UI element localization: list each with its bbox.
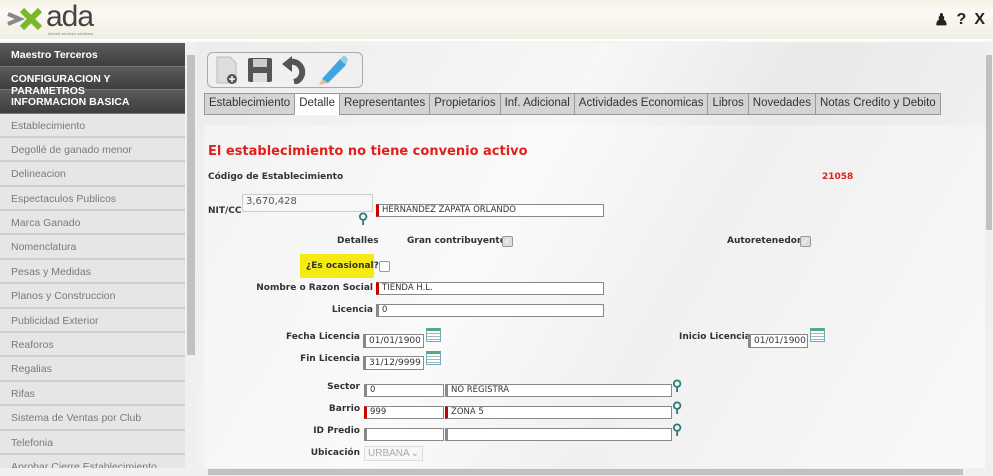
fin-licencia-input[interactable]: 31/12/9999: [363, 356, 424, 370]
inicio-licencia-input[interactable]: 01/01/1900: [748, 334, 808, 348]
sidebar-item[interactable]: Delineacion: [0, 162, 185, 187]
logo-text: ada: [46, 0, 94, 33]
nombre-input[interactable]: TIENDA H.L.: [376, 282, 604, 295]
no-agreement-alert: El establecimiento no tiene convenio act…: [208, 144, 528, 159]
nit-name-input[interactable]: HERNANDEZ ZAPATA ORLANDO: [376, 204, 604, 217]
predio-name-input[interactable]: [445, 428, 672, 441]
tab-bar: Establecimiento Detalle Representantes P…: [204, 93, 941, 115]
save-icon[interactable]: [246, 56, 274, 84]
barrio-code-input[interactable]: 999: [364, 406, 444, 419]
codigo-value: 21058: [822, 172, 854, 182]
barrio-search-icon[interactable]: ⚲: [672, 400, 686, 414]
close-button[interactable]: X: [974, 11, 985, 29]
barrio-label: Barrio: [328, 404, 360, 414]
sidebar-item[interactable]: Regalias: [0, 357, 185, 382]
nit-label: NIT/CC: [208, 206, 242, 216]
sidebar-item[interactable]: Planos y Construccion: [0, 284, 185, 309]
predio-label: ID Predio: [313, 426, 360, 436]
fecha-licencia-input[interactable]: 01/01/1900: [363, 334, 424, 348]
sector-search-icon[interactable]: ⚲: [672, 378, 686, 392]
fecha-licencia-calendar-icon[interactable]: [426, 328, 441, 342]
ocasional-label: ¿Es ocasional?: [306, 261, 379, 271]
sidebar-item[interactable]: Degollé de ganado menor: [0, 137, 185, 163]
sidebar-item[interactable]: Pesas y Medidas: [0, 259, 185, 285]
gran-contribuyente-checkbox[interactable]: ✓: [502, 236, 513, 247]
sidebar-item[interactable]: Telefonia: [0, 430, 185, 455]
sidebar-item[interactable]: Reaforos: [0, 333, 185, 358]
tab-establecimiento[interactable]: Establecimiento: [204, 93, 296, 115]
inicio-licencia-label: Inicio Licencia: [679, 332, 751, 342]
nombre-label: Nombre o Razon Social: [256, 283, 373, 293]
tab-propietarios[interactable]: Propietarios: [429, 93, 501, 115]
sidebar-section-maestro-terceros[interactable]: Maestro Terceros: [0, 43, 185, 67]
ubicacion-value: URBANA: [368, 448, 410, 459]
sector-label: Sector: [327, 382, 360, 392]
sidebar-item[interactable]: Espectaculos Publicos: [0, 186, 185, 212]
gran-contribuyente-label: Gran contribuyente: [407, 236, 506, 246]
ada-logo: ada shared services solutions: [6, 0, 116, 36]
sector-code-input[interactable]: 0: [364, 384, 444, 397]
tab-actividades-economicas[interactable]: Actividades Economicas: [573, 93, 709, 115]
nit-search-icon[interactable]: ⚲: [358, 211, 372, 225]
help-button[interactable]: ?: [957, 11, 967, 29]
edit-pencil-icon[interactable]: [316, 55, 348, 85]
predio-code-input[interactable]: [364, 428, 444, 441]
tab-detalle[interactable]: Detalle: [294, 93, 340, 115]
fin-licencia-calendar-icon[interactable]: [426, 351, 441, 365]
nit-input[interactable]: 3,670,428: [242, 194, 373, 212]
tab-libros[interactable]: Libros: [707, 93, 749, 115]
toolbar: [207, 52, 363, 88]
barrio-name-input[interactable]: ZONA 5: [445, 406, 672, 419]
tab-novedades[interactable]: Novedades: [747, 93, 816, 115]
user-edit-icon[interactable]: ♟: [934, 10, 948, 30]
sidebar-section-configuracion[interactable]: CONFIGURACION Y PARAMETROS: [0, 66, 185, 97]
new-document-icon[interactable]: [214, 55, 240, 85]
ubicacion-select[interactable]: URBANA ⌄: [364, 446, 423, 461]
undo-icon[interactable]: [280, 56, 310, 84]
sidebar-item[interactable]: Establecimiento: [0, 113, 185, 138]
fin-licencia-label: Fin Licencia: [300, 354, 360, 364]
tab-inf-adicional[interactable]: Inf. Adicional: [499, 93, 575, 115]
tab-notas-credito-debito[interactable]: Notas Credito y Debito: [814, 93, 941, 115]
sidebar-item[interactable]: Rifas: [0, 381, 185, 407]
autoretenedor-label: Autoretenedor: [727, 236, 802, 246]
codigo-label: Código de Establecimiento: [208, 172, 344, 182]
licencia-input[interactable]: 0: [376, 304, 604, 317]
sidebar-item[interactable]: Aprobar Cierre Establecimiento: [0, 454, 185, 468]
ubicacion-label: Ubicación: [310, 448, 360, 458]
licencia-label: Licencia: [331, 305, 373, 315]
sidebar-menu: Maestro Terceros CONFIGURACION Y PARAMET…: [0, 43, 185, 468]
sidebar-scrollbar-thumb[interactable]: [187, 55, 195, 355]
sidebar-item[interactable]: Sistema de Ventas por Club: [0, 406, 185, 431]
detalles-label: Detalles: [337, 236, 379, 246]
fecha-licencia-label: Fecha Licencia: [286, 332, 360, 342]
tab-representantes[interactable]: Representantes: [339, 93, 431, 115]
sector-name-input[interactable]: NO REGISTRA: [445, 384, 672, 397]
logo-tagline: shared services solutions: [48, 31, 93, 36]
app-header: ada shared services solutions ♟ ? X: [0, 0, 993, 41]
main-vertical-scrollbar-thumb[interactable]: [986, 55, 992, 230]
chevron-down-icon: ⌄: [410, 448, 419, 459]
ocasional-checkbox[interactable]: [379, 261, 390, 272]
sidebar-item[interactable]: Nomenclatura: [0, 235, 185, 260]
inicio-licencia-calendar-icon[interactable]: [810, 328, 825, 342]
sidebar-item[interactable]: Marca Ganado: [0, 211, 185, 236]
sidebar-item[interactable]: Publicidad Exterior: [0, 308, 185, 334]
horizontal-scrollbar-thumb[interactable]: [208, 469, 963, 475]
autoretenedor-checkbox[interactable]: ✓: [800, 236, 811, 247]
predio-search-icon[interactable]: ⚲: [672, 422, 686, 436]
